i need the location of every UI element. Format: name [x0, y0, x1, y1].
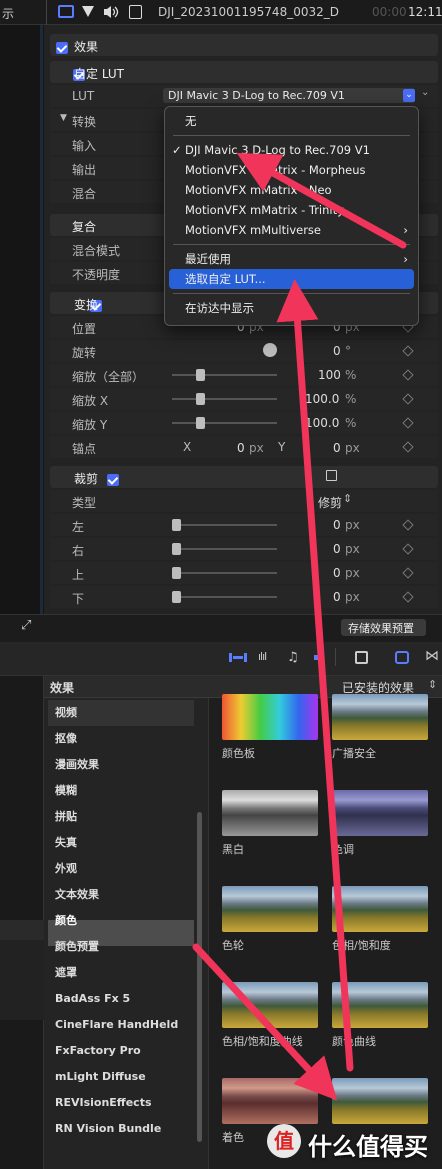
- arrow-to-color-category: [192, 943, 338, 1101]
- arrow-to-choose-custom-lut: [276, 279, 354, 1072]
- arrow-to-lut-value: [236, 152, 407, 249]
- watermark-text: 什么值得买: [308, 1133, 428, 1161]
- annotation-arrows: [192, 152, 407, 1101]
- watermark-logo: 值: [267, 1124, 301, 1158]
